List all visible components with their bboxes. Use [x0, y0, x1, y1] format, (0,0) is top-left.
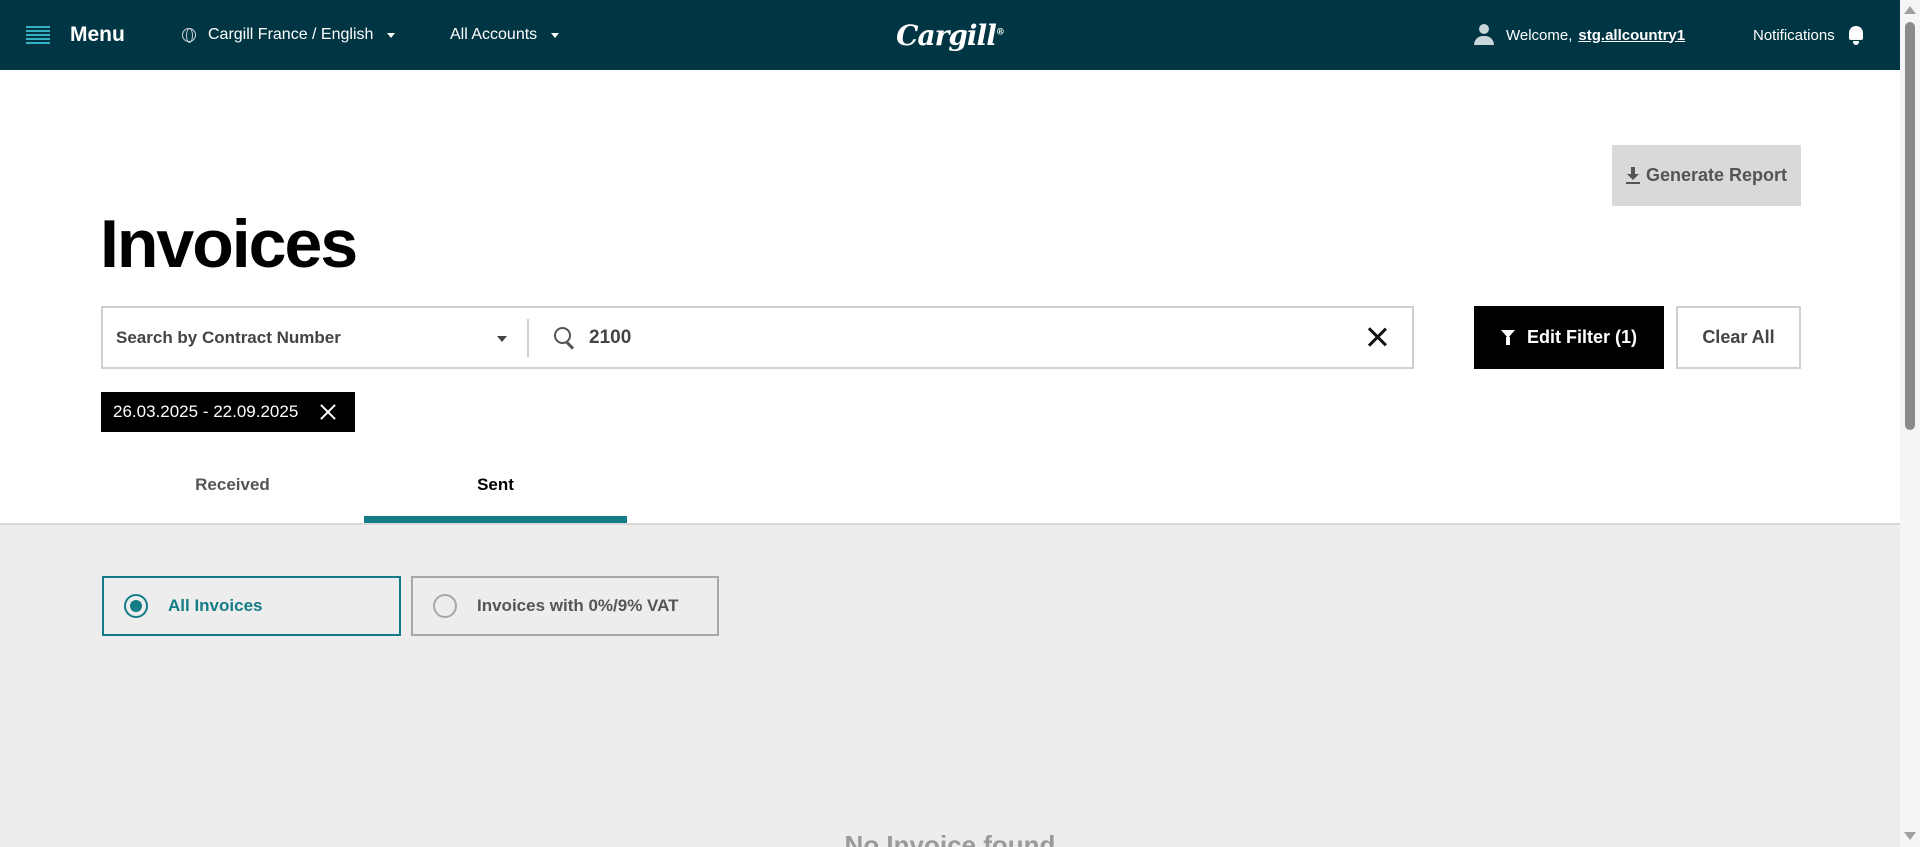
menu-label: Menu: [70, 23, 125, 46]
tab-sent[interactable]: Sent: [364, 455, 627, 523]
cargill-logo[interactable]: Cargill®: [896, 18, 1005, 52]
all-invoices-label: All Invoices: [168, 596, 263, 615]
accounts-label: All Accounts: [450, 26, 538, 43]
all-invoices-option[interactable]: All Invoices: [102, 576, 401, 636]
download-icon: [1625, 166, 1640, 185]
clear-all-button[interactable]: Clear All: [1676, 306, 1801, 369]
scroll-down-arrow-icon[interactable]: [1904, 832, 1916, 840]
user-icon: [1474, 24, 1494, 46]
empty-state-message: No Invoice found: [844, 830, 1056, 847]
vat-invoices-option[interactable]: Invoices with 0%/9% VAT: [411, 576, 719, 636]
filter-icon: [1500, 329, 1515, 346]
hamburger-icon: [26, 26, 50, 44]
globe-icon: [182, 28, 196, 43]
page-scrollbar[interactable]: [1900, 0, 1920, 847]
chevron-down-icon: [497, 336, 507, 342]
bell-icon: [1847, 25, 1865, 45]
generate-report-button[interactable]: Generate Report: [1612, 145, 1801, 206]
notifications-label: Notifications: [1753, 26, 1835, 44]
top-navigation-bar: Menu Cargill France / English All Accoun…: [0, 0, 1900, 70]
logo-text: Cargill: [896, 18, 997, 52]
chevron-down-icon: [551, 32, 560, 38]
search-input[interactable]: [589, 326, 1339, 349]
search-bar: Search by Contract Number: [101, 306, 1414, 369]
user-welcome: Welcome, stg.allcountry1: [1474, 0, 1685, 70]
locale-label: Cargill France / English: [208, 26, 374, 43]
radio-unselected-icon: [433, 594, 457, 618]
radio-selected-icon: [124, 594, 148, 618]
scroll-up-arrow-icon[interactable]: [1904, 6, 1916, 14]
date-filter-label: 26.03.2025 - 22.09.2025: [113, 402, 299, 421]
vat-invoices-label: Invoices with 0%/9% VAT: [477, 596, 679, 615]
chevron-down-icon: [387, 32, 396, 38]
locale-selector[interactable]: Cargill France / English: [182, 0, 396, 70]
edit-filter-button[interactable]: Edit Filter (1): [1474, 306, 1664, 369]
page-title: Invoices: [100, 206, 358, 282]
date-filter-chip: 26.03.2025 - 22.09.2025: [101, 392, 355, 432]
remove-filter-icon[interactable]: [319, 403, 337, 421]
accounts-selector[interactable]: All Accounts: [450, 0, 560, 70]
search-type-value: Search by Contract Number: [116, 327, 341, 347]
search-divider: [527, 318, 529, 357]
tab-received[interactable]: Received: [101, 455, 364, 523]
generate-report-label: Generate Report: [1645, 165, 1788, 185]
scroll-thumb[interactable]: [1905, 22, 1915, 430]
username-link[interactable]: stg.allcountry1: [1578, 27, 1685, 44]
menu-button[interactable]: Menu: [26, 0, 125, 70]
notifications-button[interactable]: Notifications: [1753, 0, 1865, 70]
invoice-tabs: Received Sent: [101, 455, 627, 523]
invoice-content-area: All Invoices Invoices with 0%/9% VAT No …: [0, 525, 1900, 847]
search-icon: [553, 326, 577, 350]
clear-search-icon[interactable]: [1366, 326, 1388, 348]
welcome-prefix: Welcome,: [1506, 26, 1573, 44]
search-type-select[interactable]: Search by Contract Number: [103, 308, 527, 367]
edit-filter-label: Edit Filter (1): [1526, 327, 1637, 347]
